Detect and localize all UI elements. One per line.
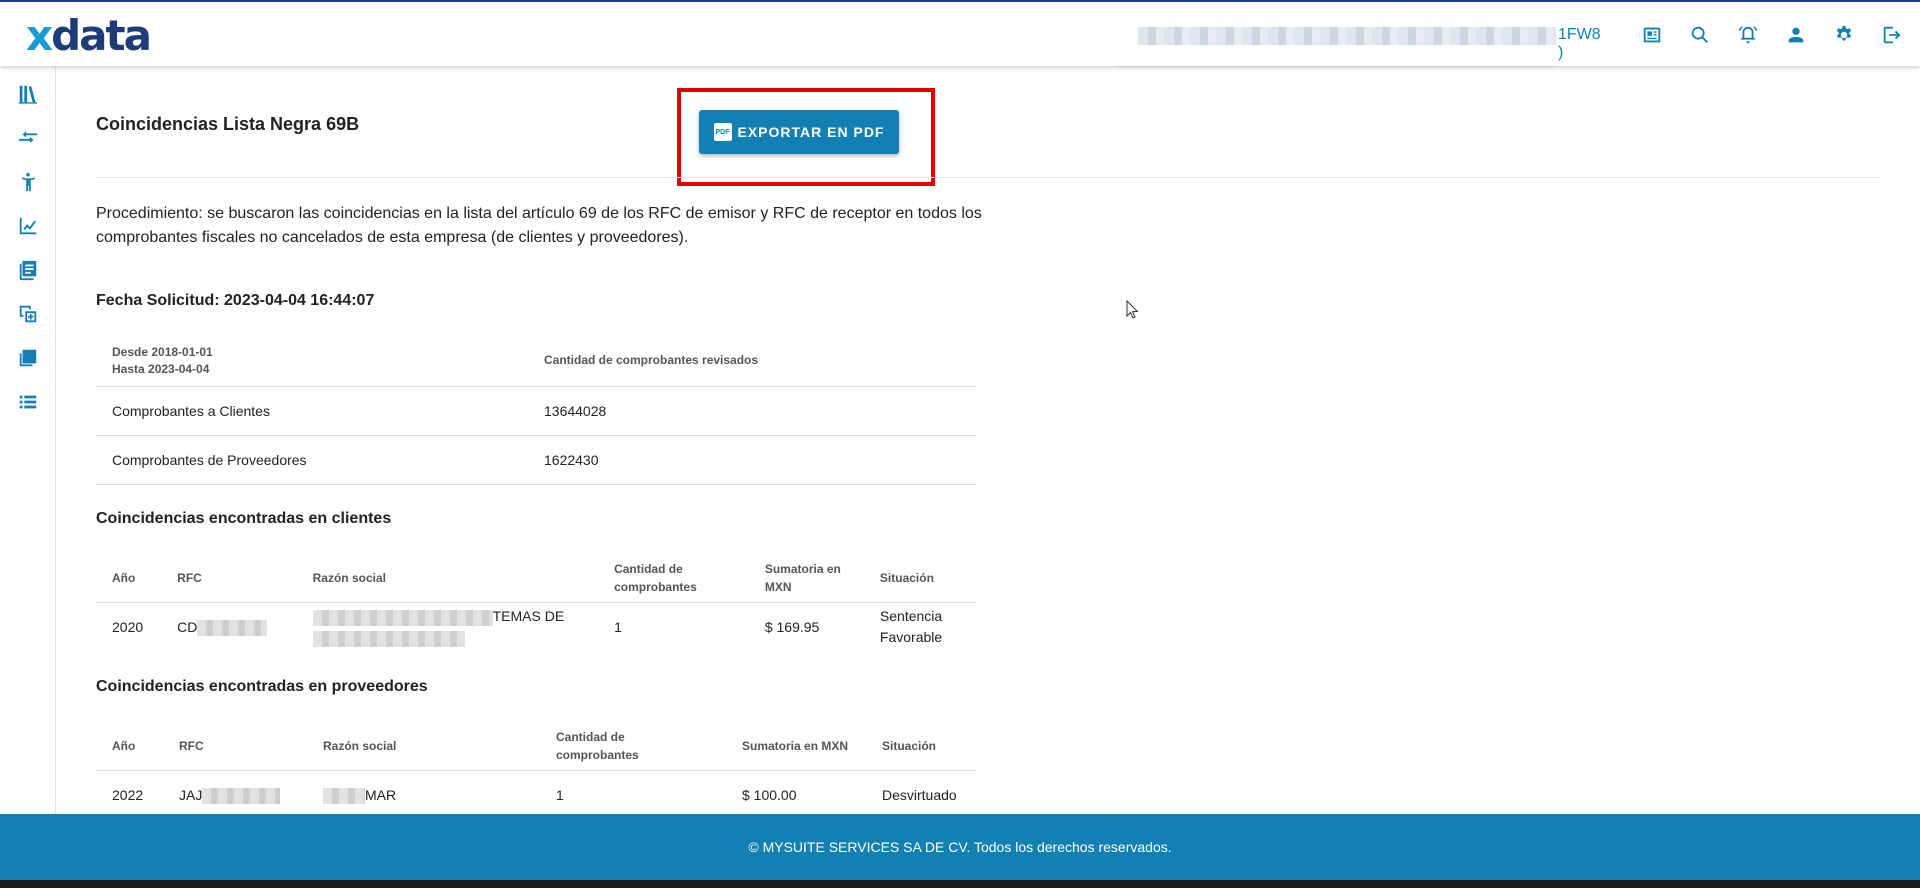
col-situacion: Situación — [866, 722, 976, 771]
document-list-icon[interactable] — [16, 258, 40, 282]
cell-suma: $ 169.95 — [764, 618, 820, 635]
col-cantidad: Cantidad de comprobantes — [540, 722, 726, 771]
rfc-prefix: CD — [177, 618, 198, 635]
compare-arrows-icon[interactable] — [16, 126, 40, 150]
table-row: Comprobantes de Proveedores 1622430 — [96, 435, 976, 485]
cell-situacion: Desvirtuado — [882, 786, 957, 803]
footer-copyright: © MYSUITE SERVICES SA DE CV. Todos los d… — [748, 839, 1172, 855]
clientes-section-title: Coincidencias encontradas en clientes — [96, 510, 392, 527]
row-label: Comprobantes a Clientes — [96, 386, 528, 436]
company-name-redacted — [1138, 27, 1556, 45]
company-selector[interactable]: 1FW8 ) — [1138, 24, 1608, 61]
news-icon[interactable] — [1638, 21, 1666, 49]
sidebar — [0, 66, 56, 814]
cell-razon: MAR — [307, 770, 540, 820]
cell-cantidad: 1 — [556, 786, 564, 803]
col-situacion: Situación — [863, 554, 976, 603]
razon-redacted — [312, 609, 493, 626]
alarm-icon[interactable] — [1734, 21, 1762, 49]
col-suma: Sumatoria en MXN — [748, 554, 864, 603]
col-razon: Razón social — [296, 554, 599, 603]
search-icon[interactable] — [1686, 21, 1714, 49]
clientes-table: Año RFC Razón social Cantidad de comprob… — [96, 554, 976, 652]
library-icon[interactable] — [16, 82, 40, 106]
mouse-cursor-icon — [1126, 300, 1139, 319]
row-value: 1622430 — [528, 435, 976, 485]
user-icon[interactable] — [1782, 21, 1810, 49]
col-anio: Año — [96, 554, 162, 603]
title-divider — [96, 177, 1880, 178]
date-to: Hasta 2023-04-04 — [112, 361, 210, 376]
date-range-header: Desde 2018-01-01 Hasta 2023-04-04 — [96, 336, 528, 387]
col-suma: Sumatoria en MXN — [726, 722, 866, 771]
procedure-text: Procedimiento: se buscaron las coinciden… — [96, 205, 982, 246]
date-from: Desde 2018-01-01 — [112, 344, 213, 359]
col-cantidad: Cantidad de comprobantes — [598, 554, 749, 603]
cell-cantidad: 1 — [614, 618, 622, 635]
export-pdf-button[interactable]: PDF EXPORTAR EN PDF — [699, 110, 899, 154]
table-row: 2022 JAJ MAR 1 $ 100.00 Desvirtuado — [96, 770, 976, 820]
proveedores-table: Año RFC Razón social Cantidad de comprob… — [96, 722, 976, 820]
razon-suffix: TEMAS DE — [492, 608, 565, 625]
layers-icon[interactable] — [16, 346, 40, 370]
cell-rfc: JAJ — [163, 770, 307, 820]
settings-icon[interactable] — [1830, 21, 1858, 49]
rfc-redacted — [197, 620, 268, 637]
cell-rfc: CD — [161, 602, 296, 652]
pdf-icon: PDF — [713, 123, 732, 141]
rfc-redacted — [202, 788, 281, 805]
person-icon[interactable] — [16, 170, 40, 194]
razon-redacted — [323, 788, 365, 805]
razon-suffix: MAR — [365, 786, 397, 803]
proveedores-section-title: Coincidencias encontradas en proveedores — [96, 678, 428, 695]
col-razon: Razón social — [307, 722, 540, 771]
table-row: 2020 CD TEMAS DE 1 $ 169.95 Sentencia Fa… — [96, 602, 976, 652]
count-header: Cantidad de comprobantes revisados — [528, 336, 976, 387]
cell-situacion: Sentencia Favorable — [879, 608, 943, 646]
logout-icon[interactable] — [1878, 21, 1906, 49]
razon-redacted — [312, 630, 465, 647]
page-title: Coincidencias Lista Negra 69B — [96, 114, 360, 134]
logo-x: x — [26, 11, 53, 60]
clientes-header-row: Año RFC Razón social Cantidad de comprob… — [96, 554, 976, 603]
chart-line-icon[interactable] — [16, 214, 40, 238]
bottom-strip — [0, 880, 1920, 888]
list-icon[interactable] — [16, 390, 40, 414]
col-rfc: RFC — [163, 722, 307, 771]
cell-razon: TEMAS DE — [297, 602, 598, 652]
toolbar-icons — [1638, 21, 1906, 49]
copy-transform-icon[interactable] — [16, 302, 40, 326]
rfc-prefix: JAJ — [179, 786, 203, 803]
summary-table: Desde 2018-01-01 Hasta 2023-04-04 Cantid… — [96, 336, 976, 485]
cell-suma: $ 100.00 — [742, 786, 797, 803]
table-row: Comprobantes a Clientes 13644028 — [96, 386, 976, 436]
col-rfc: RFC — [161, 554, 297, 603]
company-rfc-suffix: 1FW8 ) — [1558, 26, 1601, 61]
logo-text: data — [51, 11, 152, 60]
top-bar: xdata 1FW8 ) — [0, 0, 1920, 66]
summary-header-row: Desde 2018-01-01 Hasta 2023-04-04 Cantid… — [96, 336, 976, 387]
request-date: Fecha Solicitud: 2023-04-04 16:44:07 — [96, 292, 375, 309]
export-pdf-label: EXPORTAR EN PDF — [737, 124, 885, 140]
main-content: Coincidencias Lista Negra 69B PDF EXPORT… — [56, 66, 1920, 814]
row-label: Comprobantes de Proveedores — [96, 435, 528, 485]
footer: © MYSUITE SERVICES SA DE CV. Todos los d… — [0, 814, 1920, 880]
cell-anio: 2022 — [112, 786, 144, 803]
col-anio: Año — [96, 722, 163, 771]
row-value: 13644028 — [528, 386, 976, 436]
proveedores-header-row: Año RFC Razón social Cantidad de comprob… — [96, 722, 976, 771]
cell-anio: 2020 — [112, 618, 144, 635]
xdata-logo[interactable]: xdata — [26, 15, 152, 57]
